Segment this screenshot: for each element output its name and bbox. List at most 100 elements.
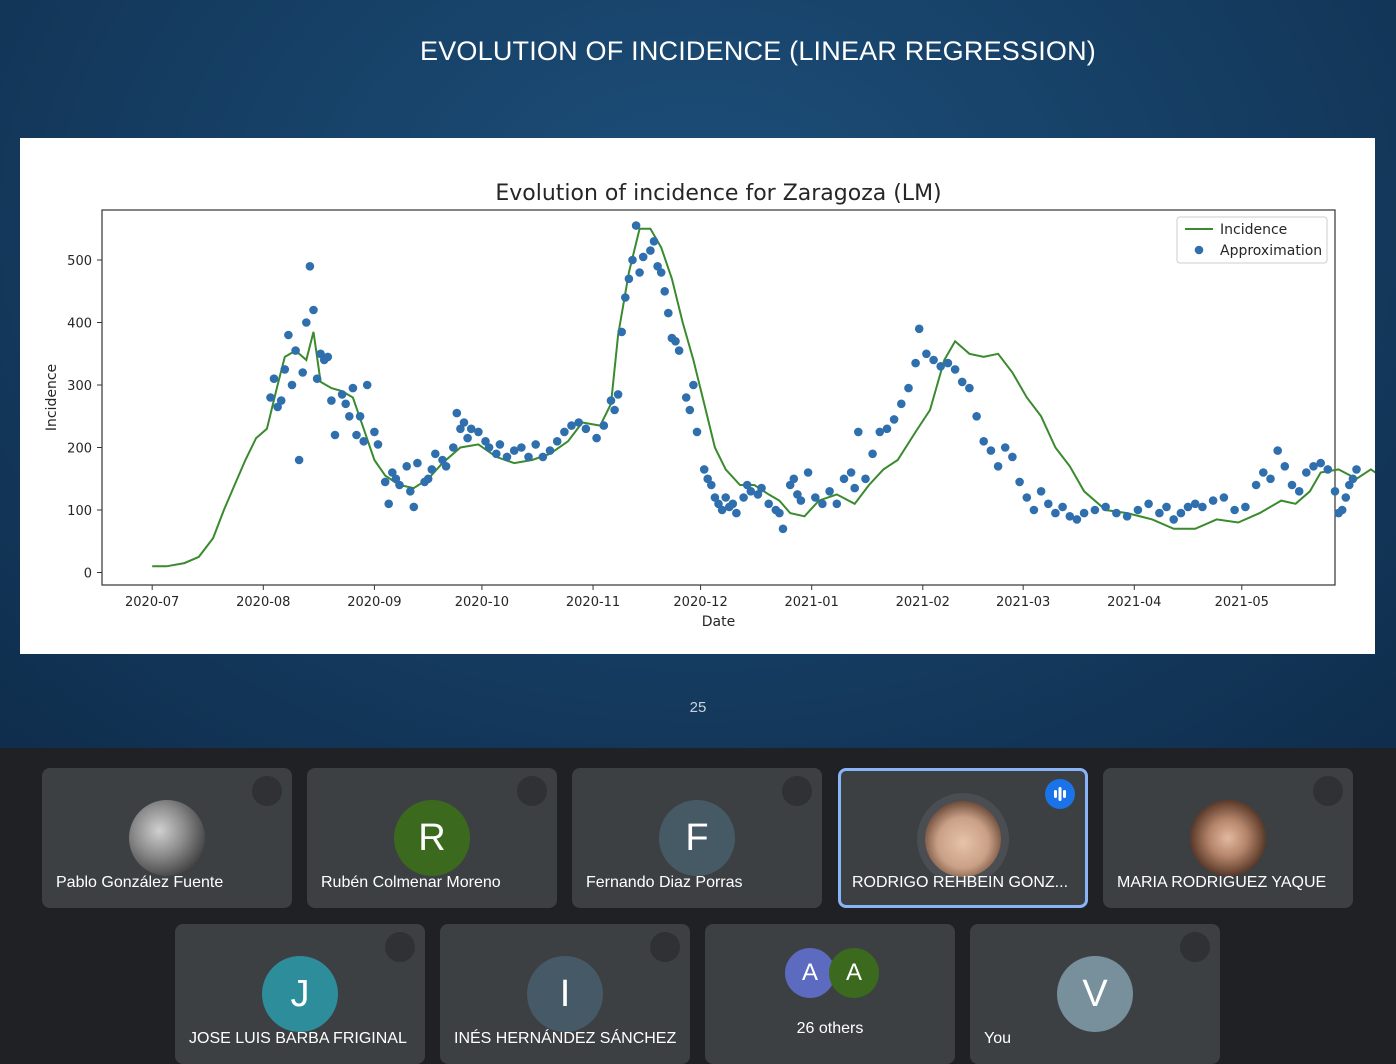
participant-name: JOSE LUIS BARBA FRIGINAL — [189, 1030, 407, 1047]
approximation-point — [957, 377, 967, 387]
approximation-point — [1316, 458, 1325, 468]
more-options-button[interactable] — [252, 776, 282, 806]
approximation-point — [1341, 493, 1351, 502]
x-tick-label: 2020-12 — [673, 595, 727, 610]
approximation-point — [373, 440, 383, 449]
approximation-point — [882, 424, 892, 434]
approximation-point — [294, 455, 304, 465]
approximation-point — [692, 427, 702, 437]
approximation-point — [832, 499, 842, 509]
participant-tile[interactable]: Pablo González Fuente — [42, 768, 292, 908]
approximation-point — [1348, 474, 1358, 484]
approximation-point — [1000, 443, 1010, 452]
x-tick-label: 2020-09 — [347, 595, 401, 610]
avatar — [129, 800, 205, 876]
approximation-point — [739, 493, 748, 502]
approximation-point — [402, 462, 412, 471]
legend-point-swatch — [1194, 245, 1204, 255]
approximation-point — [868, 449, 877, 459]
approximation-point — [599, 421, 609, 430]
approximation-point — [950, 365, 960, 374]
y-tick-label: 200 — [67, 442, 92, 457]
avatar: A — [785, 948, 835, 998]
more-options-button[interactable] — [782, 776, 812, 806]
y-tick-label: 100 — [67, 504, 92, 519]
approximation-point — [1036, 487, 1046, 496]
approximation-point — [929, 355, 938, 365]
approximation-point — [459, 418, 469, 427]
more-options-button[interactable] — [650, 932, 680, 962]
approximation-point — [664, 308, 673, 318]
approximation-point — [1090, 505, 1100, 515]
more-options-button[interactable] — [517, 776, 547, 806]
approximation-point — [979, 437, 988, 446]
approximation-point — [312, 374, 322, 383]
approximation-point — [649, 237, 659, 246]
participant-name: You — [984, 1030, 1011, 1047]
participant-tile-others[interactable]: A A 26 others — [705, 924, 955, 1064]
approximation-point — [1259, 468, 1268, 477]
others-count: 26 others — [796, 1020, 864, 1037]
approximation-point — [1251, 480, 1261, 490]
approximation-point — [538, 452, 548, 462]
approximation-point — [681, 393, 691, 402]
approximation-point — [574, 418, 583, 427]
approximation-point — [674, 346, 684, 355]
participant-tile[interactable]: J JOSE LUIS BARBA FRIGINAL — [175, 924, 425, 1064]
approximation-point — [613, 390, 623, 399]
approximation-point — [1294, 487, 1304, 496]
participant-tile[interactable]: MARIA RODRIGUEZ YAQUE — [1103, 768, 1353, 908]
approximation-point — [355, 412, 365, 421]
more-options-button[interactable] — [1180, 932, 1210, 962]
approximation-point — [327, 396, 336, 405]
approximation-point — [1101, 502, 1110, 512]
approximation-point — [531, 440, 540, 449]
participant-tile-self[interactable]: V You — [970, 924, 1220, 1064]
x-tick-label: 2020-10 — [455, 595, 509, 610]
approximation-point — [287, 380, 297, 390]
participant-tile[interactable]: R Rubén Colmenar Moreno — [307, 768, 557, 908]
approximation-point — [269, 374, 279, 383]
approximation-point — [789, 474, 799, 484]
approximation-point — [889, 415, 899, 424]
more-options-button[interactable] — [385, 932, 415, 962]
approximation-point — [943, 358, 953, 368]
approximation-point — [1155, 508, 1164, 518]
approximation-point — [323, 352, 333, 362]
approximation-point — [1330, 487, 1340, 496]
more-options-button[interactable] — [1313, 776, 1343, 806]
approximation-point — [431, 449, 440, 459]
x-tick-label: 2021-03 — [996, 595, 1050, 610]
approximation-point — [441, 462, 451, 471]
approximation-point — [1266, 474, 1275, 484]
approximation-point — [846, 468, 856, 477]
approximation-point — [854, 427, 863, 437]
approximation-point — [1337, 505, 1347, 515]
approximation-point — [492, 449, 501, 459]
approximation-point — [624, 274, 634, 284]
x-tick-label: 2020-11 — [566, 595, 620, 610]
approximation-point — [1352, 465, 1361, 474]
approximation-point — [818, 499, 827, 509]
approximation-point — [276, 396, 286, 405]
approximation-point — [1287, 480, 1297, 490]
approximation-point — [380, 477, 390, 487]
approximation-point — [302, 318, 311, 327]
approximation-point — [778, 524, 788, 534]
approximation-point — [305, 262, 315, 271]
avatar: I — [527, 956, 603, 1032]
y-tick-label: 0 — [84, 567, 92, 582]
x-tick-label: 2020-07 — [125, 595, 179, 610]
approximation-point — [1169, 515, 1178, 524]
approximation-point — [427, 465, 437, 474]
approximation-point — [861, 474, 870, 484]
approximation-point — [1198, 502, 1207, 512]
participant-tile[interactable]: I INÉS HERNÁNDEZ SÁNCHEZ — [440, 924, 690, 1064]
approximation-point — [1112, 508, 1121, 518]
approximation-point — [911, 358, 920, 368]
speaking-indicator-icon — [1045, 779, 1075, 809]
participant-name: MARIA RODRIGUEZ YAQUE — [1117, 874, 1327, 891]
participant-tile-active-speaker[interactable]: RODRIGO REHBEIN GONZ... — [838, 768, 1088, 908]
approximation-point — [1280, 462, 1290, 471]
participant-tile[interactable]: F Fernando Diaz Porras — [572, 768, 822, 908]
